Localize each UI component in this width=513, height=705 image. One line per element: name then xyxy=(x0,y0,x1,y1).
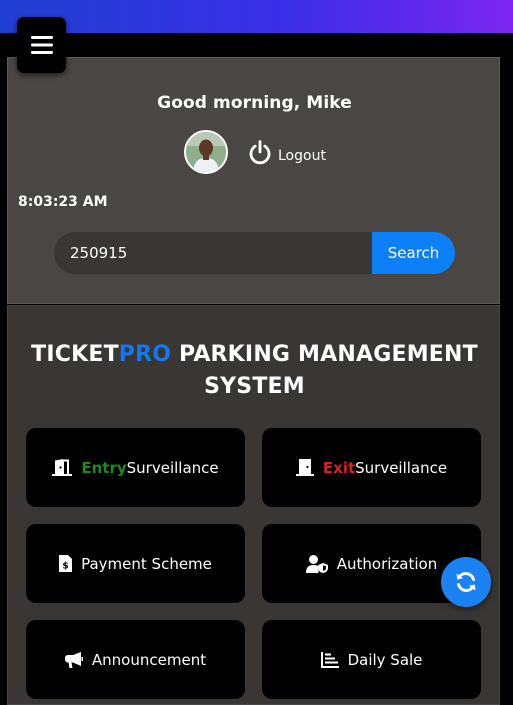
authorization-tile-label: Authorization xyxy=(336,554,438,573)
door-closed-icon xyxy=(295,459,314,476)
logout-label: Logout xyxy=(278,147,326,164)
search-input[interactable] xyxy=(54,232,374,274)
exit-surveillance-button[interactable]: Exit Surveillance xyxy=(262,428,481,507)
refresh-button[interactable] xyxy=(441,557,491,607)
bar-chart-icon xyxy=(320,651,339,668)
power-icon xyxy=(249,140,271,165)
invoice-icon: $ xyxy=(59,555,73,572)
svg-text:$: $ xyxy=(62,562,68,572)
daily-sale-tile-label: Daily Sale xyxy=(347,650,423,669)
top-accent-bar xyxy=(0,0,513,33)
entry-surveillance-button[interactable]: Entry Surveillance xyxy=(26,428,245,507)
menu-button[interactable] xyxy=(17,17,66,73)
search-bar: Search xyxy=(54,232,455,274)
search-button[interactable]: Search xyxy=(372,232,455,274)
door-open-icon xyxy=(52,459,73,476)
payment-scheme-button[interactable]: $ Payment Scheme xyxy=(26,524,245,603)
clock-time: 8:03:23 AM xyxy=(18,194,108,210)
bullhorn-icon xyxy=(64,651,83,668)
system-title-part1: TICKET xyxy=(31,342,119,367)
user-shield-icon xyxy=(305,554,328,573)
entry-tile-label: Surveillance xyxy=(126,458,219,477)
user-panel: Good morning, Mike Logout 8:03:23 AM Sea… xyxy=(7,57,500,304)
system-title-pro: PRO xyxy=(118,342,172,367)
system-title-part3: PARKING MANAGEMENT SYSTEM xyxy=(171,342,478,399)
hamburger-icon xyxy=(30,36,53,54)
avatar-photo xyxy=(186,132,226,172)
refresh-icon xyxy=(456,572,476,592)
entry-word: Entry xyxy=(81,458,127,477)
avatar[interactable] xyxy=(184,130,228,174)
logout-button[interactable]: Logout xyxy=(248,140,326,166)
greeting-text: Good morning, Mike xyxy=(157,93,352,113)
daily-sale-button[interactable]: Daily Sale xyxy=(262,620,481,699)
payment-tile-label: Payment Scheme xyxy=(81,554,212,573)
exit-word: Exit xyxy=(322,458,356,477)
main-panel: TICKETPRO PARKING MANAGEMENT SYSTEM Entr… xyxy=(7,305,500,705)
announcement-tile-label: Announcement xyxy=(91,650,207,669)
system-title: TICKETPRO PARKING MANAGEMENT SYSTEM xyxy=(18,339,491,403)
announcement-button[interactable]: Announcement xyxy=(26,620,245,699)
exit-tile-label: Surveillance xyxy=(355,458,448,477)
